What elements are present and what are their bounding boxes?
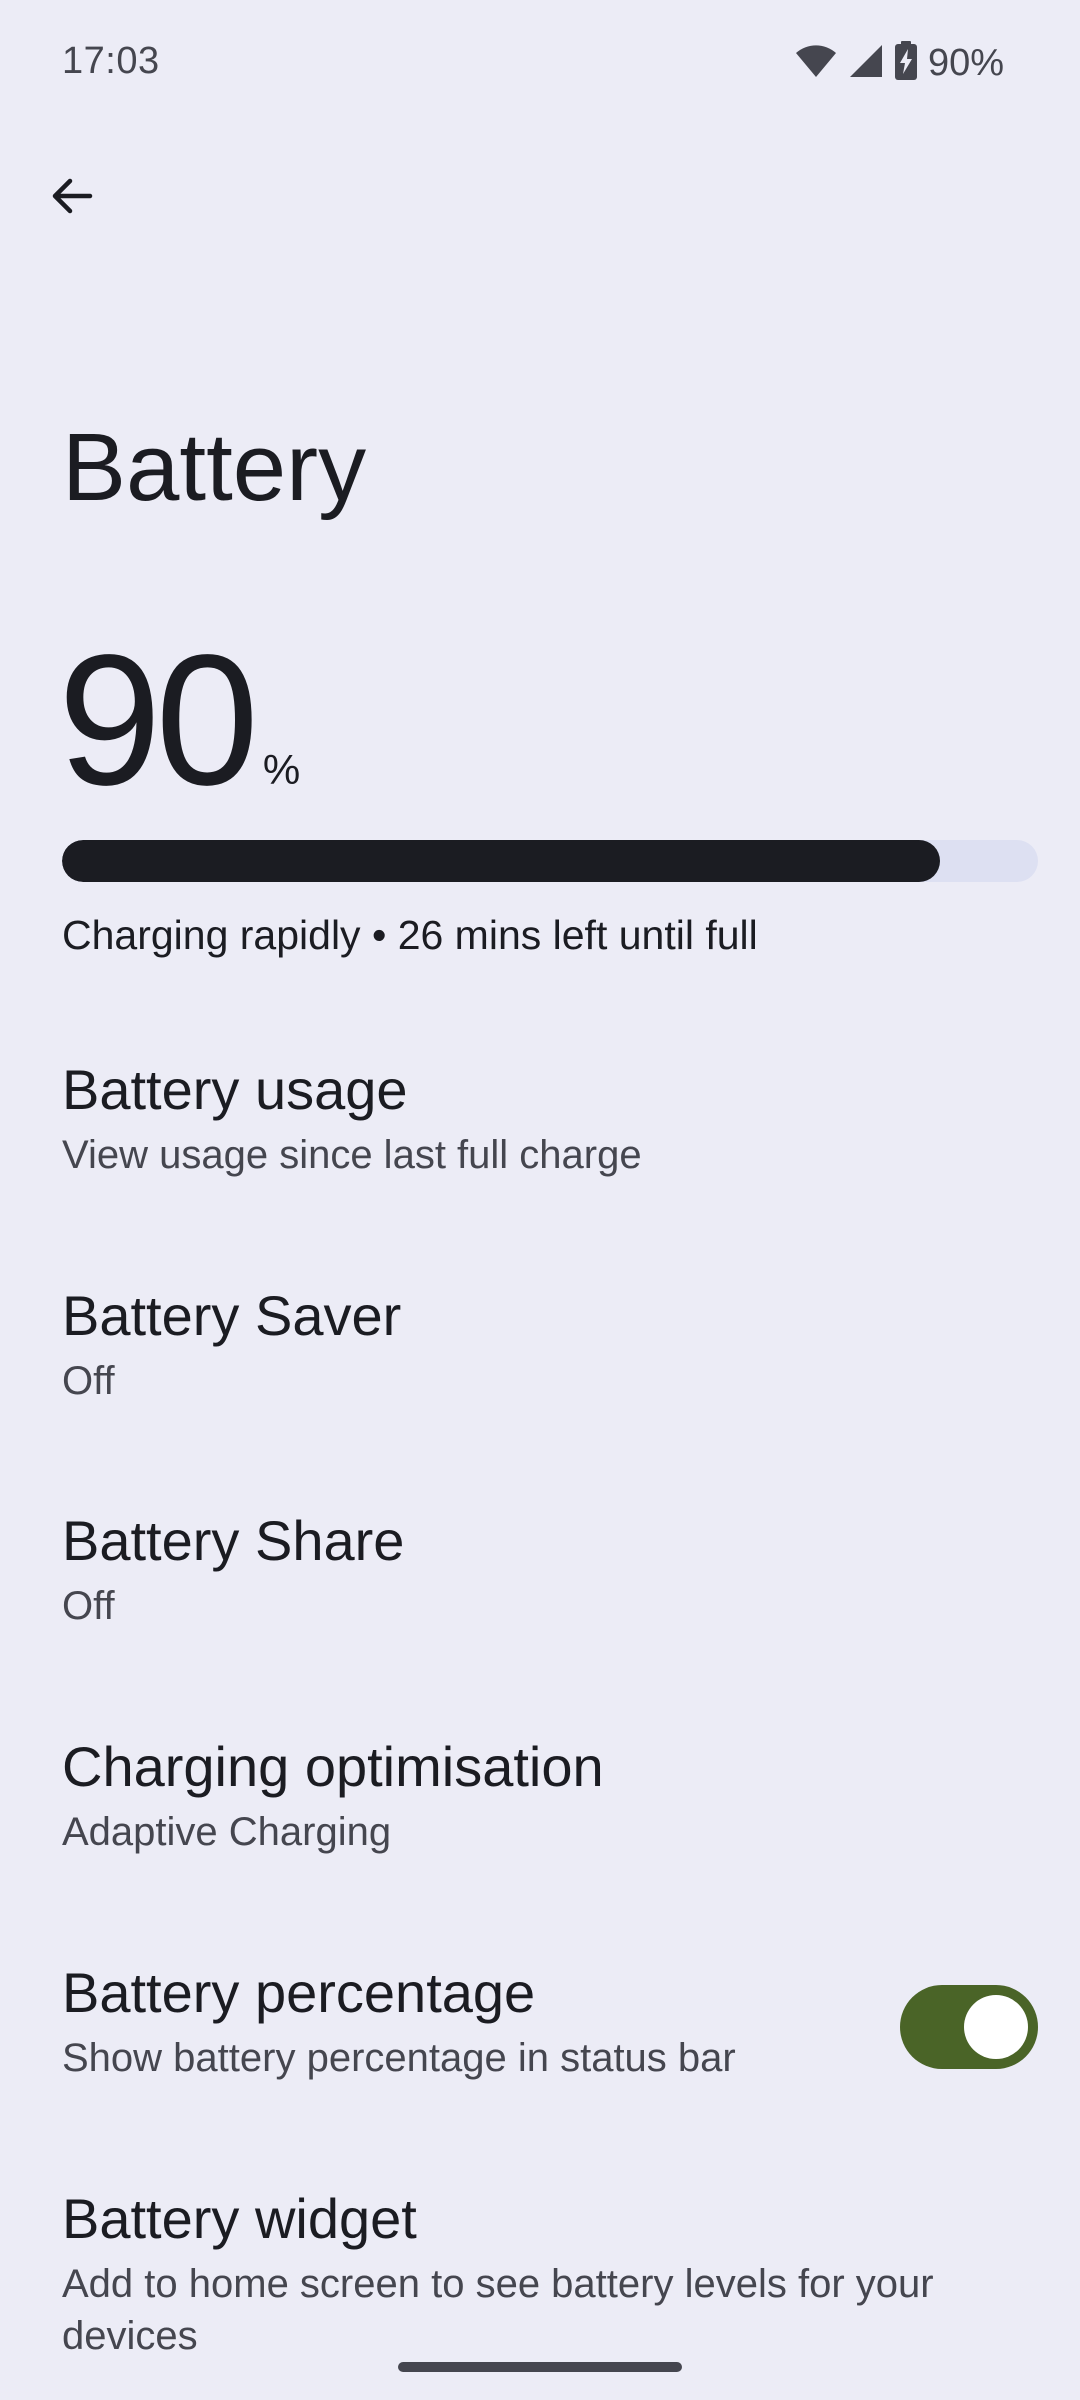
setting-charging-optimisation[interactable]: Charging optimisation Adaptive Charging xyxy=(0,1733,1080,1858)
status-icons: 90% xyxy=(794,38,1004,88)
battery-level-bar-fill xyxy=(62,840,941,882)
wifi-icon xyxy=(794,43,838,84)
battery-level-bar xyxy=(62,840,1038,882)
charging-status: Charging rapidly • 26 mins left until fu… xyxy=(62,912,758,958)
setting-summary: Add to home screen to see battery levels… xyxy=(62,2262,934,2359)
setting-title: Charging optimisation xyxy=(62,1735,604,1798)
setting-battery-saver[interactable]: Battery Saver Off xyxy=(0,1282,1080,1407)
battery-level-unit: % xyxy=(262,746,301,793)
setting-title: Battery Saver xyxy=(62,1284,402,1347)
setting-battery-share[interactable]: Battery Share Off xyxy=(0,1507,1080,1632)
page-title: Battery xyxy=(62,414,367,521)
setting-battery-percentage[interactable]: Battery percentage Show battery percenta… xyxy=(0,1959,1080,2084)
status-battery-percent: 90% xyxy=(927,41,1004,84)
setting-summary: View usage since last full charge xyxy=(62,1133,642,1178)
status-bar: 17:03 90% xyxy=(0,0,1080,128)
arrow-back-icon xyxy=(52,178,93,214)
battery-level-value: 90 xyxy=(58,617,259,824)
setting-title: Battery percentage xyxy=(62,1961,536,2024)
setting-title: Battery usage xyxy=(62,1058,408,1121)
setting-battery-usage[interactable]: Battery usage View usage since last full… xyxy=(0,1056,1080,1181)
setting-summary: Adaptive Charging xyxy=(62,1810,392,1855)
battery-level: 90 % xyxy=(58,628,300,814)
back-button[interactable] xyxy=(36,160,108,232)
battery-charging-icon xyxy=(894,40,918,86)
battery-percentage-toggle[interactable] xyxy=(900,1985,1038,2069)
status-time: 17:03 xyxy=(62,40,160,82)
setting-battery-widget[interactable]: Battery widget Add to home screen to see… xyxy=(0,2185,1080,2362)
setting-title: Battery widget xyxy=(62,2187,417,2250)
setting-summary: Off xyxy=(62,1359,115,1404)
setting-summary: Off xyxy=(62,1584,115,1629)
setting-summary: Show battery percentage in status bar xyxy=(62,2036,736,2081)
setting-title: Battery Share xyxy=(62,1509,405,1572)
signal-icon xyxy=(848,43,884,84)
toggle-knob xyxy=(964,1995,1028,2059)
gesture-nav-handle[interactable] xyxy=(398,2362,682,2372)
